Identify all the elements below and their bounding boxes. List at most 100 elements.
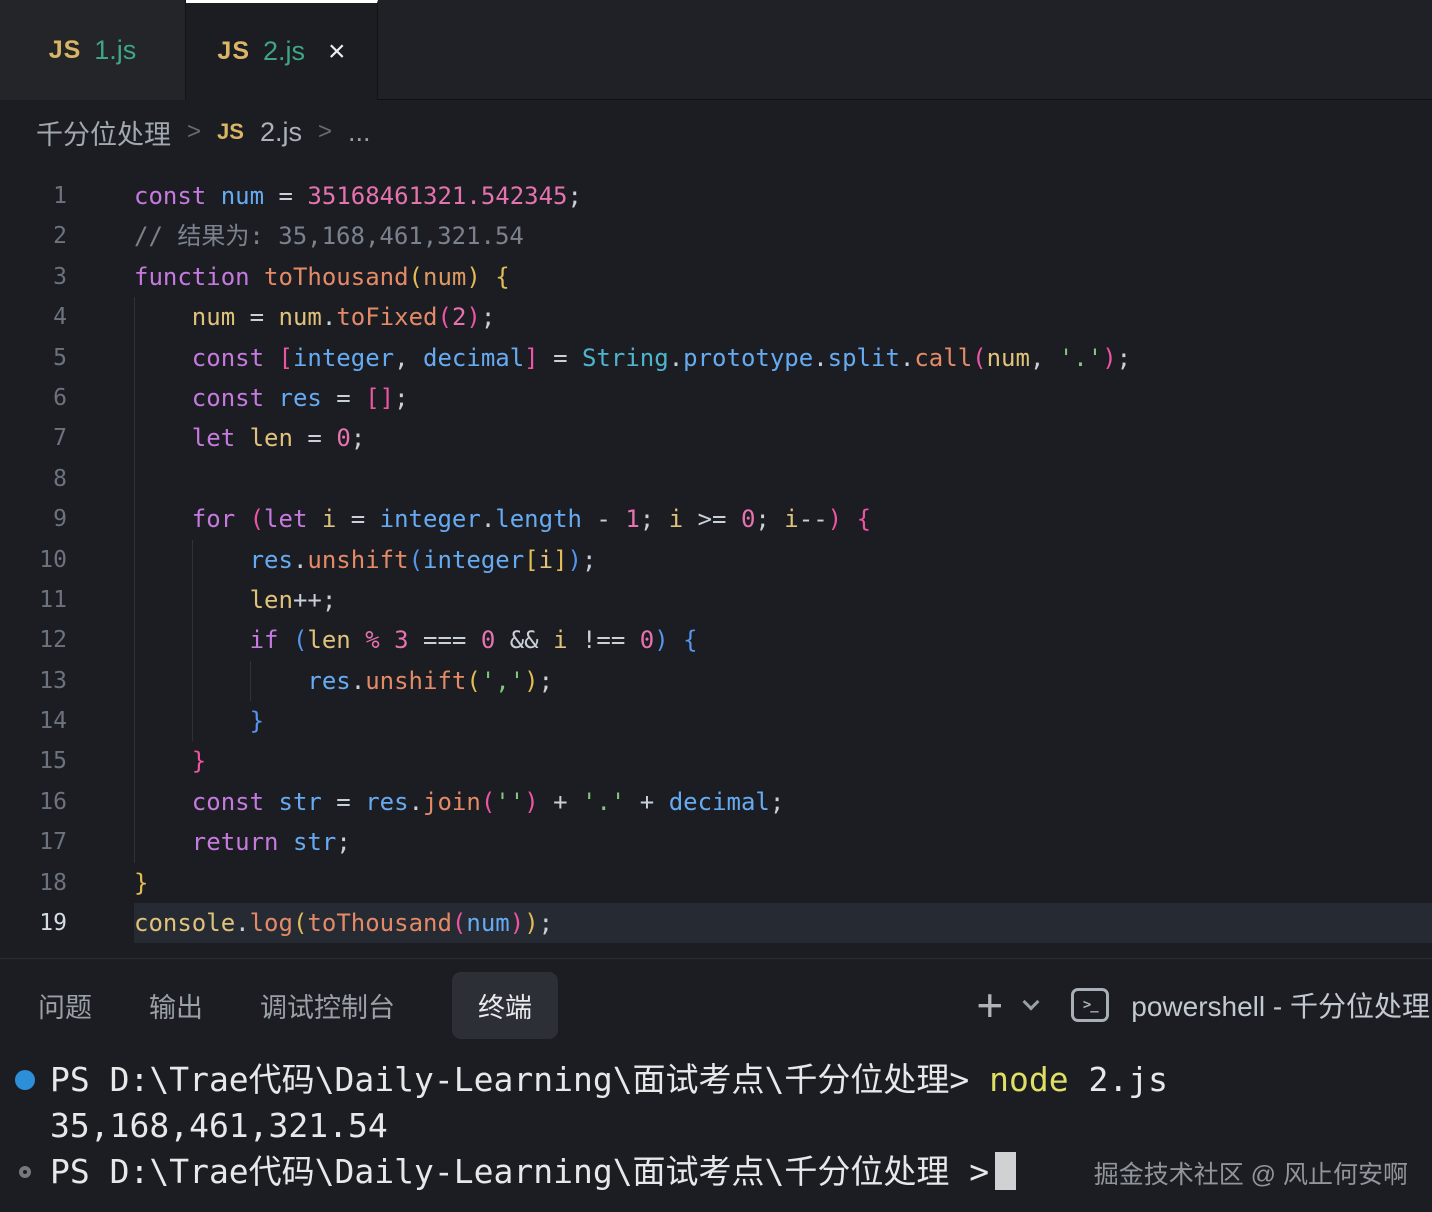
line-number: 9 (0, 499, 67, 539)
code-token: } (134, 869, 148, 897)
code-content: num = num.toFixed(2); (134, 297, 1432, 337)
code-line[interactable]: 19console.log(toThousand(num)); (0, 903, 1432, 943)
code-token: ; (770, 788, 784, 816)
terminal-session-label[interactable]: powershell - 千分位处理 (1131, 985, 1430, 1025)
code-token: i (322, 505, 336, 533)
indent-guide (192, 540, 193, 580)
code-token: % (365, 626, 379, 654)
indent-guide (134, 540, 135, 580)
code-content: const num = 35168461321.542345; (134, 176, 1432, 216)
code-line[interactable]: 6 const res = []; (0, 378, 1432, 418)
panel-tab-terminal[interactable]: 终端 (452, 972, 558, 1039)
indent-guide (134, 580, 135, 620)
indent-guide (134, 499, 135, 539)
code-token: integer (380, 505, 481, 533)
terminal-output[interactable]: PS D:\Trae代码\Daily-Learning\面试考点\千分位处理> … (0, 1051, 1432, 1212)
code-line[interactable]: 2 // 结果为: 35,168,461,321.54 (0, 216, 1432, 256)
indent-guide (192, 580, 193, 620)
dot-icon (15, 1070, 35, 1090)
code-line[interactable]: 12 if (len % 3 === 0 && i !== 0) { (0, 620, 1432, 660)
code-line[interactable]: 18} (0, 863, 1432, 903)
tab-filename: 2.js (263, 36, 305, 67)
code-token: { (857, 505, 871, 533)
code-line[interactable]: 1const num = 35168461321.542345; (0, 176, 1432, 216)
line-number: 14 (0, 701, 67, 741)
code-token: { (495, 263, 509, 291)
code-token: ( (437, 303, 451, 331)
code-token: for (192, 505, 250, 533)
code-line[interactable]: 14 } (0, 701, 1432, 741)
code-token: '.' (582, 788, 625, 816)
code-token: len (250, 424, 293, 452)
code-token: 3 (394, 626, 408, 654)
code-line[interactable]: 10 res.unshift(integer[i]); (0, 540, 1432, 580)
code-token: // 结果为: 35,168,461,321.54 (134, 222, 524, 250)
code-line[interactable]: 17 return str; (0, 822, 1432, 862)
code-token: ; (351, 424, 365, 452)
code-line[interactable]: 4 num = num.toFixed(2); (0, 297, 1432, 337)
code-token: 2 (452, 303, 466, 331)
code-token: toFixed (336, 303, 437, 331)
code-token: = (264, 182, 307, 210)
tab-strip-empty (378, 0, 1432, 100)
code-line[interactable]: 8 (0, 459, 1432, 499)
code-token: length (495, 505, 582, 533)
code-token: decimal (669, 788, 770, 816)
new-terminal-icon[interactable]: + (976, 982, 1003, 1028)
panel-tab-debug-console[interactable]: 调试控制台 (260, 986, 395, 1025)
breadcrumb-file[interactable]: 2.js (260, 117, 302, 148)
code-token: } (192, 747, 206, 775)
code-line[interactable]: 7 let len = 0; (0, 418, 1432, 458)
code-token: ) (466, 263, 480, 291)
code-token: . (235, 909, 249, 937)
line-number: 2 (0, 216, 67, 256)
code-token: ; (539, 667, 553, 695)
indent-guide (134, 338, 135, 378)
code-token: i (669, 505, 683, 533)
code-token: = (235, 303, 278, 331)
command-pending-ring-icon (0, 1149, 50, 1195)
code-line[interactable]: 16 const str = res.join('') + '.' + deci… (0, 782, 1432, 822)
tab-2js[interactable]: JS 2.js × (186, 0, 378, 100)
code-token: ] (524, 344, 538, 372)
code-token: res (307, 667, 350, 695)
code-token: = (322, 384, 365, 412)
code-line[interactable]: 15 } (0, 741, 1432, 781)
breadcrumb-folder[interactable]: 千分位处理 (36, 113, 171, 152)
code-token: . (669, 344, 683, 372)
code-editor[interactable]: 1const num = 35168461321.542345;2// 结果为:… (0, 164, 1432, 958)
indent-guide (134, 741, 135, 781)
code-token: 1 (625, 505, 639, 533)
code-token: . (351, 667, 365, 695)
code-token: + (625, 788, 668, 816)
tab-1js[interactable]: JS 1.js (0, 0, 186, 100)
chevron-down-icon[interactable] (1023, 994, 1040, 1011)
code-line[interactable]: 5 const [integer, decimal] = String.prot… (0, 338, 1432, 378)
code-token: num (423, 263, 466, 291)
code-token: >= (683, 505, 741, 533)
code-line[interactable]: 3function toThousand(num) { (0, 257, 1432, 297)
code-token (842, 505, 856, 533)
code-token: integer (293, 344, 394, 372)
code-token (134, 344, 192, 372)
line-number: 5 (0, 338, 67, 378)
code-line[interactable]: 11 len++; (0, 580, 1432, 620)
terminal-segment: PS D:\Trae代码\Daily-Learning\面试考点\千分位处理> (50, 1060, 969, 1099)
code-token: = (539, 344, 582, 372)
code-token: === (409, 626, 481, 654)
code-token: . (409, 788, 423, 816)
close-icon[interactable]: × (328, 37, 346, 67)
terminal-segment (969, 1060, 989, 1099)
panel-tab-problems[interactable]: 问题 (38, 986, 92, 1025)
code-token: if (250, 626, 293, 654)
code-content: } (134, 701, 1432, 741)
code-line[interactable]: 9 for (let i = integer.length - 1; i >= … (0, 499, 1432, 539)
line-number: 8 (0, 459, 67, 499)
line-number: 6 (0, 378, 67, 418)
indent-guide (250, 661, 251, 701)
code-line[interactable]: 13 res.unshift(','); (0, 661, 1432, 701)
code-token: toThousand (307, 909, 452, 937)
breadcrumb-more[interactable]: ... (348, 117, 371, 148)
panel-tab-output[interactable]: 输出 (149, 986, 203, 1025)
tab-filename: 1.js (94, 35, 136, 66)
